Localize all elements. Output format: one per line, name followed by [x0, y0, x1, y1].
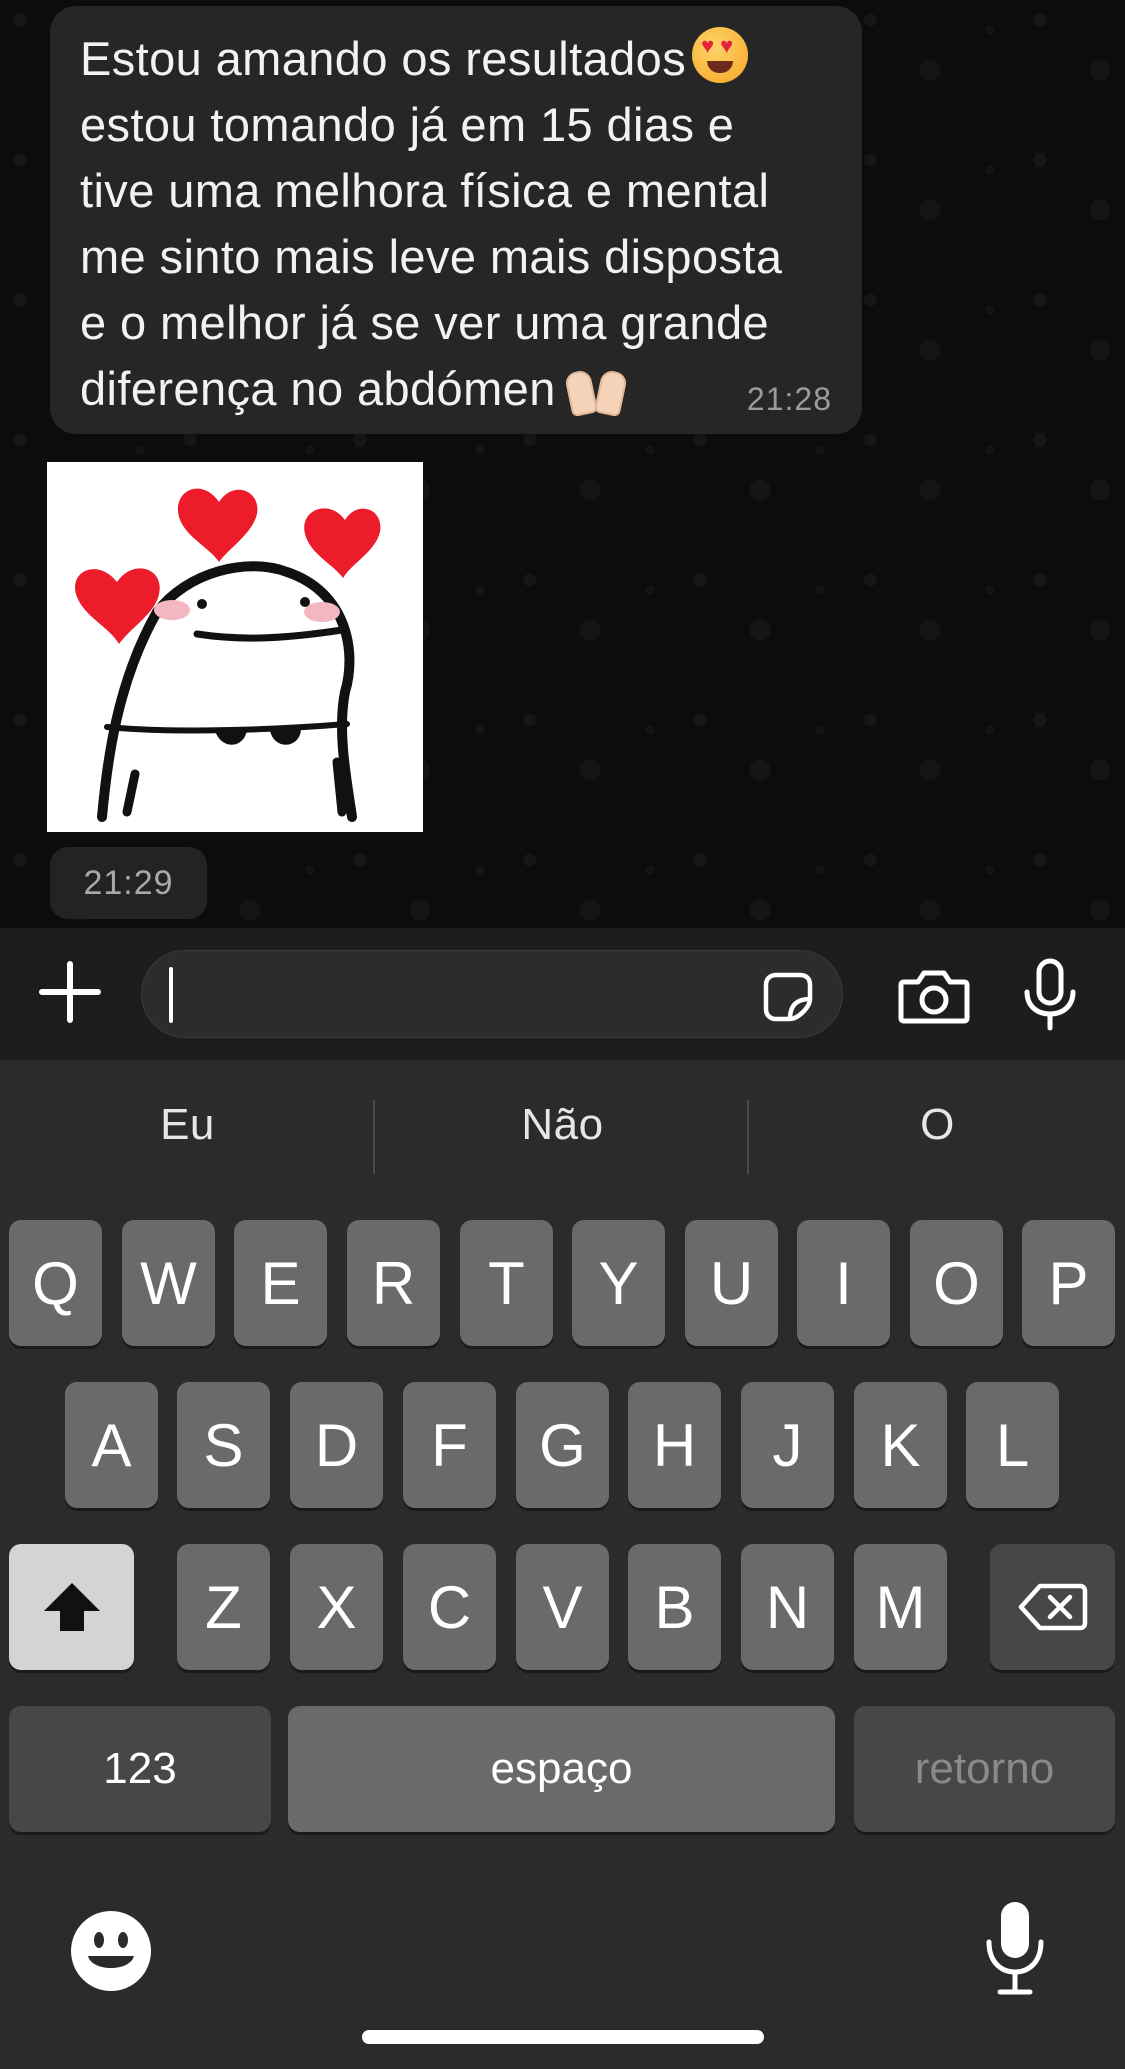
key-f[interactable]: F — [403, 1382, 496, 1508]
sticker-icon[interactable] — [762, 971, 814, 1023]
key-q[interactable]: Q — [9, 1220, 102, 1346]
incoming-message-bubble[interactable]: Estou amando os resultados estou tomando… — [50, 6, 862, 434]
message-body: estou tomando já em 15 dias e tive uma m… — [80, 98, 783, 415]
key-j[interactable]: J — [741, 1382, 834, 1508]
home-indicator[interactable] — [362, 2030, 764, 2044]
emoji-keyboard-icon[interactable] — [70, 1910, 152, 1992]
text-caret — [169, 967, 173, 1023]
message-timestamp: 21:28 — [746, 381, 832, 417]
return-key[interactable]: retorno — [854, 1706, 1115, 1832]
key-d[interactable]: D — [290, 1382, 383, 1508]
message-input-bar — [0, 928, 1125, 1060]
numbers-key[interactable]: 123 — [9, 1706, 271, 1832]
key-u[interactable]: U — [685, 1220, 778, 1346]
key-t[interactable]: T — [460, 1220, 553, 1346]
sticker-timestamp: 21:29 — [50, 847, 207, 919]
message-line-1: Estou amando os resultados — [80, 32, 687, 85]
key-x[interactable]: X — [290, 1544, 383, 1670]
key-h[interactable]: H — [628, 1382, 721, 1508]
flork-hearts-sticker[interactable] — [47, 462, 423, 832]
suggestion-3[interactable]: O — [750, 1100, 1125, 1150]
ios-keyboard: Eu Não O Q W E R T Y U I O P A S D F G H… — [0, 1060, 1125, 2069]
key-n[interactable]: N — [741, 1544, 834, 1670]
space-key-label: espaço — [490, 1744, 633, 1793]
numbers-key-label: 123 — [103, 1744, 177, 1793]
heart-eyes-emoji-icon — [692, 27, 749, 83]
key-g[interactable]: G — [516, 1382, 609, 1508]
key-k[interactable]: K — [854, 1382, 947, 1508]
key-e[interactable]: E — [234, 1220, 327, 1346]
plus-icon[interactable] — [36, 958, 104, 1026]
key-a[interactable]: A — [65, 1382, 158, 1508]
key-r[interactable]: R — [347, 1220, 440, 1346]
message-text-input[interactable] — [141, 950, 843, 1038]
microphone-icon[interactable] — [1020, 958, 1080, 1032]
shift-icon — [43, 1583, 100, 1631]
key-v[interactable]: V — [516, 1544, 609, 1670]
suggestion-1[interactable]: Eu — [0, 1100, 375, 1150]
sticker-image — [75, 488, 381, 822]
chat-area[interactable]: Estou amando os resultados estou tomando… — [0, 0, 1125, 928]
backspace-icon — [1018, 1583, 1087, 1631]
key-w[interactable]: W — [122, 1220, 215, 1346]
suggestion-2[interactable]: Não — [375, 1100, 750, 1150]
key-l[interactable]: L — [966, 1382, 1059, 1508]
key-s[interactable]: S — [177, 1382, 270, 1508]
key-y[interactable]: Y — [572, 1220, 665, 1346]
dictation-mic-icon[interactable] — [984, 1900, 1046, 1996]
message-text: Estou amando os resultados estou tomando… — [80, 26, 832, 422]
key-m[interactable]: M — [854, 1544, 947, 1670]
predictive-text-bar: Eu Não O — [0, 1060, 1125, 1215]
key-c[interactable]: C — [403, 1544, 496, 1670]
shift-key[interactable] — [9, 1544, 134, 1670]
raising-hands-emoji-icon — [563, 359, 629, 418]
key-b[interactable]: B — [628, 1544, 721, 1670]
camera-icon[interactable] — [898, 968, 970, 1024]
key-o[interactable]: O — [910, 1220, 1003, 1346]
delete-key[interactable] — [990, 1544, 1115, 1670]
key-z[interactable]: Z — [177, 1544, 270, 1670]
return-key-label: retorno — [914, 1744, 1055, 1793]
key-p[interactable]: P — [1022, 1220, 1115, 1346]
key-i[interactable]: I — [797, 1220, 890, 1346]
suggestion-divider — [747, 1100, 749, 1174]
space-key[interactable]: espaço — [288, 1706, 835, 1832]
